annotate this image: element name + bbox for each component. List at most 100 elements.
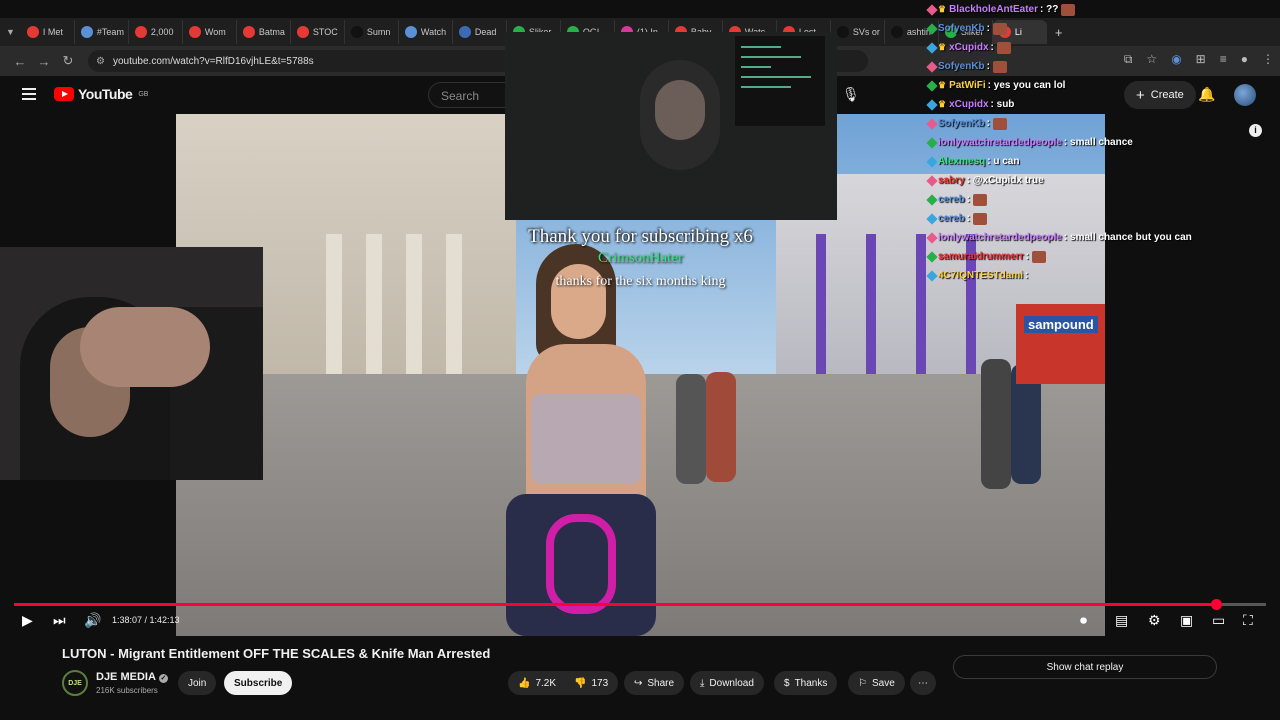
dislike-button[interactable]: 👎 173 (564, 671, 619, 695)
browser-tab[interactable]: I Met (21, 20, 75, 44)
url-text: youtube.com/watch?v=RlfD16vjhLE&t=5788s (112, 55, 314, 67)
chat-username: cereb (938, 213, 965, 224)
save-button[interactable]: ⚐ Save (848, 671, 905, 695)
chat-message-text: : ?? (1040, 4, 1059, 15)
tab-label: Watch (420, 27, 447, 37)
site-info-icon[interactable]: ⚙ (96, 56, 105, 67)
chat-username: Alexmesq (938, 156, 986, 167)
stream-chat-overlay: ♛ BlackholeAntEater: ?? SofyenKb: ♛ xCupidx:… (926, 0, 1228, 285)
chat-message-text: : (986, 118, 991, 129)
chat-message-text: : (1025, 270, 1029, 281)
download-icon: ⤓ (700, 677, 705, 689)
chat-username: BlackholeAntEater (949, 4, 1038, 15)
browser-tab[interactable]: SVs or (831, 20, 885, 44)
browser-tab[interactable]: Wom (183, 20, 237, 44)
chat-username: xCupidx (949, 99, 989, 110)
chat-badge-icon (926, 79, 938, 92)
video-pedestrian (706, 372, 736, 482)
chat-message: 4C7IQNTESTdami: (926, 266, 1228, 285)
like-button[interactable]: 👍 7.2K (508, 671, 567, 695)
profile-icon[interactable]: ● (1241, 52, 1248, 67)
chat-emote-icon (993, 117, 1008, 130)
subscribe-button[interactable]: Subscribe (224, 671, 293, 695)
tab-label: #Team (96, 27, 124, 37)
download-button[interactable]: ⤓ Download (690, 671, 764, 695)
thumbs-down-icon: 👎 (574, 677, 587, 689)
browser-tab[interactable]: Watch (399, 20, 453, 44)
account-avatar[interactable] (1234, 84, 1256, 106)
crown-badge-icon: ♛ (938, 42, 947, 52)
video-progress-bar[interactable] (14, 599, 1266, 610)
tab-label: I Met (42, 27, 63, 37)
tab-label: SVs or (852, 27, 880, 37)
reload-icon[interactable]: ↻ (56, 53, 80, 69)
forward-icon[interactable]: → (32, 54, 56, 69)
chat-message-text: : yes you can lol (987, 80, 1066, 91)
thanks-icon: $ (784, 677, 790, 689)
next-icon[interactable]: ⏭ (53, 612, 66, 629)
chat-message: ♛ xCupidx: (926, 38, 1228, 57)
youtube-logo[interactable]: YouTube GB (54, 86, 148, 102)
tab-label: Wom (204, 27, 226, 37)
browser-tab[interactable]: 2,000 (129, 20, 183, 44)
chat-badge-icon (926, 98, 938, 111)
crown-badge-icon: ♛ (938, 80, 947, 90)
channel-avatar[interactable]: DJE (62, 670, 88, 696)
chat-message: samuraidrummerr: (926, 247, 1228, 266)
browser-tab[interactable]: STOC (291, 20, 345, 44)
share-button[interactable]: ↪ Share (624, 671, 685, 695)
region-code: GB (138, 90, 149, 98)
chat-message: sabry: @xCupidx true (926, 171, 1228, 190)
browser-tab[interactable]: #Team (75, 20, 129, 44)
browser-menu-icon[interactable]: ⋮ (1262, 52, 1274, 67)
chat-badge-icon (926, 41, 938, 54)
autoplay-toggle-icon[interactable]: ⏺ (1080, 612, 1087, 629)
shop-sign: sampound (1024, 316, 1098, 333)
chat-badge-icon (926, 136, 938, 149)
chat-badge-icon (926, 22, 938, 35)
chat-message-text: : (966, 194, 971, 205)
tab-favicon-icon (242, 26, 255, 38)
subtitles-icon[interactable]: ▤ (1115, 612, 1128, 629)
show-chat-replay-button[interactable]: Show chat replay (953, 655, 1217, 679)
guide-menu-icon[interactable] (22, 88, 36, 103)
background-monitor (735, 36, 825, 126)
thanks-button[interactable]: $ Thanks (774, 671, 838, 695)
chat-badge-icon (926, 269, 938, 282)
browser-tab[interactable]: Dead (453, 20, 507, 44)
join-button[interactable]: Join (178, 671, 217, 695)
chat-message: cereb: (926, 209, 1228, 228)
browser-tab[interactable]: Sumn (345, 20, 399, 44)
subscriber-count: 216K subscribers (96, 686, 158, 695)
theater-mode-icon[interactable]: ▭ (1212, 612, 1225, 629)
volume-icon[interactable]: 🔊 (84, 612, 101, 629)
voice-search-icon[interactable]: 🎙 (842, 86, 860, 103)
browser-tab[interactable]: Batma (237, 20, 291, 44)
tab-favicon-icon (836, 26, 849, 38)
chat-message: ♛ BlackholeAntEater: ?? (926, 0, 1228, 19)
tab-list-dropdown-icon[interactable]: ▼ (6, 27, 15, 37)
chat-badge-icon (926, 250, 938, 263)
play-icon[interactable]: ▶ (22, 612, 33, 629)
crown-badge-icon: ♛ (938, 99, 947, 109)
miniplayer-icon[interactable]: ▣ (1180, 612, 1193, 629)
chat-message: ♛ xCupidx: sub (926, 95, 1228, 114)
tab-label: 2,000 (150, 27, 174, 37)
more-actions-button[interactable]: ⋯ (910, 671, 936, 695)
chat-emote-icon (1061, 3, 1076, 16)
back-icon[interactable]: ← (8, 54, 32, 69)
verified-icon: ✓ (158, 674, 168, 683)
fullscreen-icon[interactable]: ⛶ (1243, 612, 1253, 629)
tab-favicon-icon (80, 26, 93, 38)
chat-badge-icon (926, 231, 938, 244)
chat-badge-icon (926, 212, 938, 225)
chat-badge-icon (926, 60, 938, 73)
chat-message-text: : (990, 42, 994, 53)
info-icon[interactable]: i (1249, 124, 1262, 137)
chat-message: ♛ PatWiFi: yes you can lol (926, 76, 1228, 95)
scrubber-knob[interactable] (1210, 599, 1222, 610)
settings-gear-icon[interactable]: ⚙ (1148, 612, 1161, 629)
channel-name[interactable]: DJE MEDIA ✓ (96, 671, 168, 683)
tab-favicon-icon (350, 26, 363, 38)
tab-favicon-icon (404, 26, 417, 38)
